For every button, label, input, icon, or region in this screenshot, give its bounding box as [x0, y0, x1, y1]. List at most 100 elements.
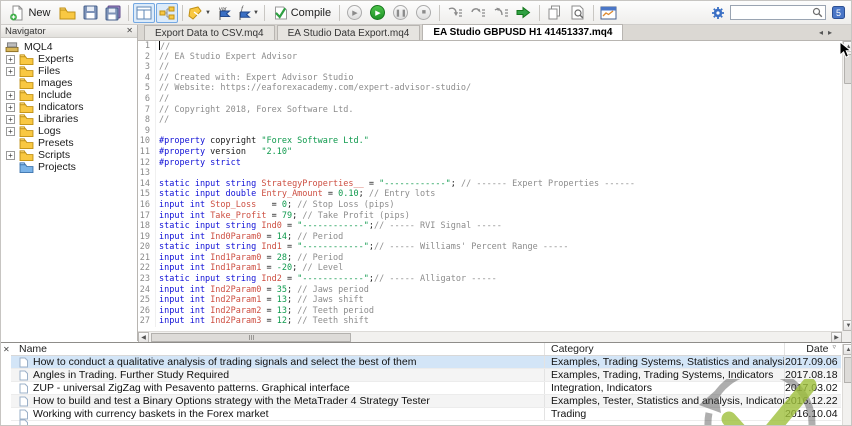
window-layout-button[interactable]: [133, 2, 155, 23]
tab-file-3[interactable]: EA Studio GBPUSD H1 41451337.mq4: [422, 24, 624, 40]
table-row-partial[interactable]: [11, 419, 841, 425]
toolbox-scroll-thumb[interactable]: [844, 357, 851, 383]
navigator-close-button[interactable]: ✕: [126, 27, 133, 35]
search-settings-button[interactable]: [707, 3, 729, 23]
expand-plus-icon[interactable]: +: [6, 150, 15, 160]
scroll-up-arrow-icon[interactable]: ▲: [843, 344, 851, 355]
code-line: 16 input int Stop_Loss = 0; // Stop Loss …: [139, 199, 395, 211]
code-editor[interactable]: 1//2// EA Studio Expert Advisor 3//4// Cr…: [138, 41, 842, 331]
stop-debug-button[interactable]: ■: [413, 3, 435, 23]
expand-plus-icon[interactable]: +: [6, 126, 15, 136]
nav-item-scripts[interactable]: + Scripts: [1, 149, 137, 161]
line-number: 11: [138, 146, 156, 158]
save-button[interactable]: [79, 3, 101, 23]
expand-plus-icon[interactable]: +: [6, 54, 15, 64]
code-line: 11 #property version "2.10": [138, 146, 293, 158]
toolbox-panel: ✕ Name Category Date ▿ How to conduct a …: [1, 342, 851, 425]
article-row[interactable]: How to conduct a qualitative analysis of…: [11, 356, 841, 369]
save-all-icon: [105, 5, 120, 20]
article-row[interactable]: Angles in Trading. Further Study Require…: [11, 369, 841, 382]
nav-item-files[interactable]: + Files: [1, 65, 137, 77]
line-number: 12: [138, 157, 156, 169]
step-out-button[interactable]: [490, 3, 512, 23]
window-layout-icon: [136, 6, 152, 19]
tab-scroll-arrows[interactable]: ◂▸: [819, 28, 837, 37]
function-breakpoint-button[interactable]: f ▼: [236, 3, 260, 23]
folder-icon: [19, 138, 34, 149]
code-line: 17 input int Take_Profit = 79; // Take Pr…: [139, 210, 410, 222]
sort-descending-icon: ▿: [832, 344, 836, 351]
nav-item-include[interactable]: + Include: [1, 89, 137, 101]
open-file-button[interactable]: [56, 3, 78, 23]
start-debug-button[interactable]: ▶: [367, 3, 389, 23]
folder-icon: [19, 54, 34, 65]
pause-icon: ❚❚: [393, 5, 409, 20]
step-into-button[interactable]: [444, 3, 466, 23]
step-over-button[interactable]: [467, 3, 489, 23]
toolbar-separator: [538, 4, 540, 21]
nav-item-libraries[interactable]: + Libraries: [1, 113, 137, 125]
stop-icon: ■: [416, 5, 432, 20]
code-line: 8//: [138, 115, 842, 126]
nav-item-logs[interactable]: + Logs: [1, 125, 137, 137]
new-page-icon: [10, 5, 23, 20]
search-icon[interactable]: [812, 7, 823, 18]
mql5-community-button[interactable]: 5: [827, 3, 849, 23]
column-header-category[interactable]: Category: [544, 343, 784, 355]
article-icon: [19, 357, 28, 367]
open-terminal-button[interactable]: [598, 3, 620, 23]
copy-button[interactable]: [544, 3, 566, 23]
folder-icon: [19, 102, 34, 113]
code-line: 6//: [138, 93, 842, 105]
article-row[interactable]: How to build and test a Binary Options s…: [11, 395, 841, 408]
line-number: 19: [138, 231, 156, 243]
expand-plus-icon[interactable]: +: [6, 66, 15, 76]
article-row[interactable]: ZUP - universal ZigZag with Pesavento pa…: [11, 382, 841, 395]
toolbar-separator: [182, 4, 183, 21]
navigator-toggle-button[interactable]: [156, 2, 178, 23]
line-number: 5: [138, 83, 156, 94]
code-line: 24 input int Ind2Param0 = 35; // Jaws per…: [139, 284, 369, 296]
variable-breakpoint-button[interactable]: var: [213, 3, 235, 23]
nav-item-presets[interactable]: + Presets: [1, 137, 137, 149]
expand-plus-icon[interactable]: +: [6, 114, 15, 124]
expand-plus-icon[interactable]: +: [6, 90, 15, 100]
tab-file-1[interactable]: Export Data to CSV.mq4: [144, 25, 275, 40]
nav-item-indicators[interactable]: + Indicators: [1, 101, 137, 113]
save-all-button[interactable]: [102, 3, 124, 23]
compile-button-label: Compile: [290, 6, 332, 19]
nav-item-projects[interactable]: + Projects: [1, 161, 137, 173]
restart-debug-button[interactable]: ▶: [344, 3, 366, 23]
tab-file-2[interactable]: EA Studio Data Export.mq4: [276, 25, 421, 40]
editor-vertical-scrollbar[interactable]: ▲ ▼: [842, 41, 851, 331]
line-number: 1: [138, 41, 156, 52]
nav-item-label: Projects: [38, 161, 76, 173]
search-in-files-button[interactable]: [567, 3, 589, 23]
editor-horizontal-scrollbar[interactable]: ◀ ▶: [138, 331, 842, 343]
line-number: 2: [138, 51, 156, 63]
expand-plus-icon[interactable]: +: [6, 102, 15, 112]
compile-button[interactable]: Compile: [269, 3, 335, 23]
nav-item-experts[interactable]: + Experts: [1, 53, 137, 65]
nav-item-label: Indicators: [38, 101, 84, 113]
toolbox-vertical-scrollbar[interactable]: ▲: [842, 344, 851, 425]
line-number: 27: [138, 316, 156, 328]
continue-button[interactable]: [513, 3, 535, 23]
article-category: Examples, Tester, Statistics and analysi…: [544, 395, 784, 407]
code-line: 1//: [138, 41, 842, 52]
code-line: 22 input int Ind1Param1 = -20; // Level: [139, 263, 344, 275]
nav-item-images[interactable]: + Images: [1, 77, 137, 89]
new-file-button[interactable]: New: [5, 3, 55, 23]
scroll-down-arrow-icon[interactable]: ▼: [843, 320, 851, 331]
horizontal-scroll-thumb[interactable]: [151, 333, 351, 342]
dropdown-arrow-icon: ▼: [252, 9, 259, 16]
nav-item-label: Logs: [38, 125, 61, 137]
column-header-date[interactable]: Date ▿: [784, 343, 840, 355]
pause-debug-button[interactable]: ❚❚: [390, 3, 412, 23]
nav-root-mql4[interactable]: MQL4: [1, 41, 137, 53]
toolbox-close-button[interactable]: ✕: [3, 345, 10, 354]
code-line: 25 input int Ind2Param1 = 13; // Jaws shi…: [139, 295, 364, 306]
line-number: 6: [138, 93, 156, 105]
column-header-name[interactable]: Name: [11, 343, 544, 355]
styler-button[interactable]: ▼: [187, 3, 212, 23]
